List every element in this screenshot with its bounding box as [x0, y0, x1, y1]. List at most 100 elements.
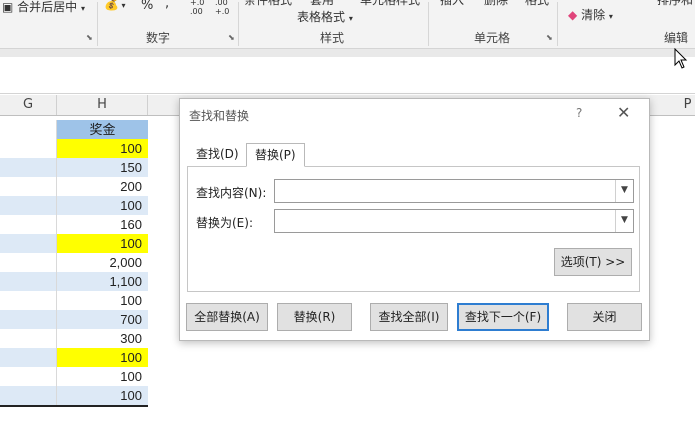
- find-next-button[interactable]: 查找下一个(F): [457, 303, 549, 331]
- eraser-icon: ◆: [568, 8, 578, 22]
- ribbon: ▣ 合并后居中 ▾ 💰 ▾ % , +.0 .00 .00 +.0 数字 ⬊ ⬊…: [0, 0, 695, 48]
- replace-all-button[interactable]: 全部替换(A): [186, 303, 268, 331]
- bonus-cell[interactable]: 100: [57, 291, 148, 310]
- chevron-down-icon: ▾: [118, 1, 126, 10]
- table-row: 100: [0, 234, 148, 253]
- collapse-ribbon-icon[interactable]: ⌃: [680, 31, 688, 42]
- chevron-down-icon: ▾: [348, 14, 353, 23]
- find-replace-dialog: 查找和替换 ? ✕ 查找(D) 替换(P) 查找内容(N): ▼ 替换为(E):…: [179, 98, 650, 341]
- bonus-cell[interactable]: 100: [57, 234, 148, 253]
- bonus-cell[interactable]: 200: [57, 177, 148, 196]
- cell[interactable]: [0, 177, 57, 196]
- options-button[interactable]: 选项(T) >>: [554, 248, 632, 276]
- format-as-table-top-label: 套用: [310, 0, 335, 7]
- table-row: 100: [0, 291, 148, 310]
- increase-decimal-button[interactable]: +.0 .00: [190, 0, 210, 16]
- table-row: 150: [0, 158, 148, 177]
- find-what-label: 查找内容(N):: [196, 186, 267, 200]
- table-row: 100: [0, 348, 148, 367]
- sort-filter-button[interactable]: 排序和: [657, 0, 693, 8]
- currency-icon: 💰: [104, 0, 119, 11]
- mouse-cursor-icon: [674, 48, 688, 69]
- replace-panel: 查找内容(N): ▼ 替换为(E): ▼ 选项(T) >>: [187, 166, 640, 292]
- bonus-cell[interactable]: 100: [57, 367, 148, 386]
- insert-cells-button[interactable]: 插入: [440, 0, 464, 8]
- table-row: 100: [0, 367, 148, 386]
- cell[interactable]: [0, 367, 57, 386]
- bonus-cell[interactable]: 1,100: [57, 272, 148, 291]
- table-row: 160: [0, 215, 148, 234]
- group-separator: [428, 2, 429, 46]
- cell[interactable]: [0, 272, 57, 291]
- chevron-down-icon[interactable]: ▼: [615, 180, 633, 202]
- merge-icon: ▣: [2, 0, 14, 14]
- bonus-cell[interactable]: 100: [57, 348, 148, 367]
- bonus-cell[interactable]: 2,000: [57, 253, 148, 272]
- group-label-cells: 单元格: [474, 31, 511, 45]
- cell-styles-button[interactable]: 单元格样式: [360, 0, 420, 8]
- find-all-button[interactable]: 查找全部(I): [370, 303, 448, 331]
- replace-with-field[interactable]: ▼: [274, 209, 634, 233]
- clear-button[interactable]: ◆ 清除 ▾: [568, 6, 613, 23]
- format-cells-button[interactable]: 格式: [525, 0, 549, 8]
- bonus-cell[interactable]: 150: [57, 158, 148, 177]
- group-label-number: 数字: [146, 31, 171, 45]
- help-icon[interactable]: ?: [576, 106, 582, 120]
- table-row: 100: [0, 196, 148, 215]
- table-bottom-border: [0, 405, 148, 407]
- table-row: 300: [0, 329, 148, 348]
- replace-with-label: 替换为(E):: [196, 216, 253, 230]
- column-header-g[interactable]: G: [0, 95, 57, 115]
- sheet-grid: 奖金 100 150 200 100 160 100 2,000 1,100 100 700 300…: [0, 116, 148, 408]
- bonus-cell[interactable]: 100: [57, 139, 148, 158]
- delete-cells-button[interactable]: 删除: [484, 0, 508, 8]
- replace-button[interactable]: 替换(R): [277, 303, 352, 331]
- format-as-table-button[interactable]: 表格格式 ▾: [297, 8, 353, 25]
- cell[interactable]: [0, 139, 57, 158]
- column-header-p[interactable]: P: [680, 95, 695, 115]
- cell[interactable]: [0, 329, 57, 348]
- chevron-down-icon: ▾: [608, 12, 613, 21]
- currency-format-button[interactable]: 💰 ▾: [104, 0, 126, 11]
- ribbon-gap: [0, 49, 695, 57]
- close-button[interactable]: 关闭: [567, 303, 642, 331]
- cell[interactable]: [0, 234, 57, 253]
- comma-style-button[interactable]: ,: [165, 0, 169, 11]
- bonus-cell[interactable]: 700: [57, 310, 148, 329]
- group-separator: [238, 2, 239, 46]
- cell[interactable]: [0, 291, 57, 310]
- chevron-down-icon: ▾: [81, 4, 86, 13]
- bonus-cell[interactable]: 100: [57, 196, 148, 215]
- tab-find[interactable]: 查找(D): [188, 143, 247, 167]
- bonus-cell[interactable]: 100: [57, 386, 148, 405]
- tab-replace[interactable]: 替换(P): [246, 143, 305, 167]
- cell[interactable]: [0, 158, 57, 177]
- merge-center-button[interactable]: ▣ 合并后居中 ▾: [2, 0, 85, 15]
- bonus-cell[interactable]: 160: [57, 215, 148, 234]
- table-row: 奖金: [0, 120, 148, 139]
- find-what-field[interactable]: ▼: [274, 179, 634, 203]
- cell[interactable]: [0, 196, 57, 215]
- column-header-h[interactable]: H: [57, 95, 148, 115]
- table-row: 1,100: [0, 272, 148, 291]
- launcher-icon[interactable]: ⬊: [86, 33, 93, 42]
- cell[interactable]: [0, 120, 57, 139]
- formula-bar[interactable]: [0, 57, 695, 94]
- close-icon[interactable]: ✕: [617, 103, 630, 122]
- table-row: 100: [0, 386, 148, 405]
- launcher-icon[interactable]: ⬊: [546, 33, 553, 42]
- percent-style-button[interactable]: %: [141, 0, 153, 13]
- conditional-format-button[interactable]: 条件格式: [244, 0, 292, 8]
- column-header-cell[interactable]: 奖金: [57, 120, 148, 139]
- cell[interactable]: [0, 386, 57, 405]
- cell[interactable]: [0, 348, 57, 367]
- bonus-cell[interactable]: 300: [57, 329, 148, 348]
- decrease-decimal-button[interactable]: .00 +.0: [215, 0, 235, 16]
- cell[interactable]: [0, 310, 57, 329]
- launcher-icon[interactable]: ⬊: [228, 33, 235, 42]
- cell[interactable]: [0, 215, 57, 234]
- chevron-down-icon[interactable]: ▼: [615, 210, 633, 232]
- cell[interactable]: [0, 253, 57, 272]
- table-row: 2,000: [0, 253, 148, 272]
- group-separator: [557, 2, 558, 46]
